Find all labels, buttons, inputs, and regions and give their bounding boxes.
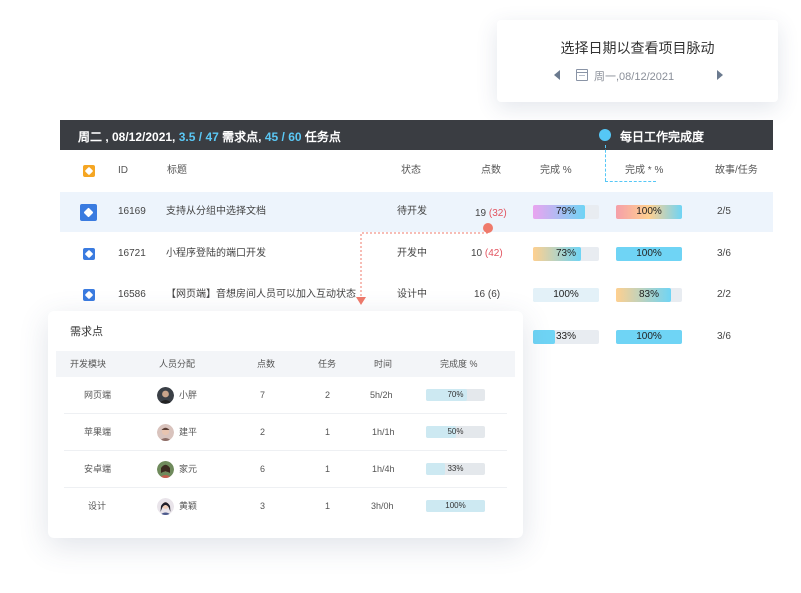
completion-bar: 70%: [426, 389, 485, 401]
row-assignee: 家元: [179, 464, 198, 474]
row-time: 5h/2h: [370, 390, 393, 400]
table-row[interactable]: 网页端 小胖 7 2 5h/2h 70%: [56, 377, 515, 414]
popup-title: 需求点: [70, 326, 103, 338]
points-dot-icon[interactable]: [483, 223, 493, 233]
completion-bar: 33%: [426, 463, 485, 475]
row-tasks: 2: [325, 390, 331, 400]
col-time: 时间: [374, 359, 393, 369]
row-assignee: 小胖: [179, 390, 198, 400]
avatar: [157, 498, 174, 515]
row-tasks: 1: [325, 427, 331, 437]
popup-table-header: 开发模块 人员分配 点数 任务 时间 完成度 %: [56, 351, 515, 377]
completion-bar: 100%: [426, 500, 485, 512]
connector-arrow-icon: [356, 297, 366, 305]
row-points: 2: [260, 427, 266, 437]
col-completion: 完成度 %: [440, 359, 478, 369]
completion-label: 50%: [447, 427, 464, 436]
avatar: [157, 461, 174, 478]
completion-label: 100%: [445, 501, 466, 510]
row-time: 3h/0h: [371, 501, 394, 511]
completion-bar: 50%: [426, 426, 485, 438]
row-points: 3: [260, 501, 266, 511]
col-module: 开发模块: [70, 359, 107, 369]
requirement-points-popup: 需求点 开发模块 人员分配 点数 任务 时间 完成度 % 网页端 小胖 7 2 …: [48, 311, 523, 538]
row-module: 设计: [88, 501, 107, 511]
row-module: 网页端: [84, 390, 112, 400]
row-tasks: 1: [325, 501, 331, 511]
col-points: 点数: [257, 359, 276, 369]
table-row[interactable]: 苹果端 建平 2 1 1h/1h 50%: [56, 414, 515, 451]
row-tasks: 1: [325, 464, 331, 474]
avatar: [157, 387, 174, 404]
connector-line: [360, 232, 488, 298]
row-module: 苹果端: [84, 427, 112, 437]
completion-label: 70%: [447, 390, 464, 399]
col-tasks: 任务: [318, 359, 337, 369]
row-time: 1h/4h: [372, 464, 395, 474]
row-time: 1h/1h: [372, 427, 395, 437]
row-assignee: 建平: [179, 427, 198, 437]
col-assignee: 人员分配: [159, 359, 196, 369]
row-assignee: 黄颖: [179, 501, 198, 511]
row-points: 7: [260, 390, 266, 400]
completion-label: 33%: [447, 464, 464, 473]
row-points: 6: [260, 464, 266, 474]
row-module: 安卓端: [84, 464, 112, 474]
avatar: [157, 424, 174, 441]
table-row[interactable]: 设计 黄颖 3 1 3h/0h 100%: [56, 488, 515, 525]
table-row[interactable]: 安卓端 家元 6 1 1h/4h 33%: [56, 451, 515, 488]
